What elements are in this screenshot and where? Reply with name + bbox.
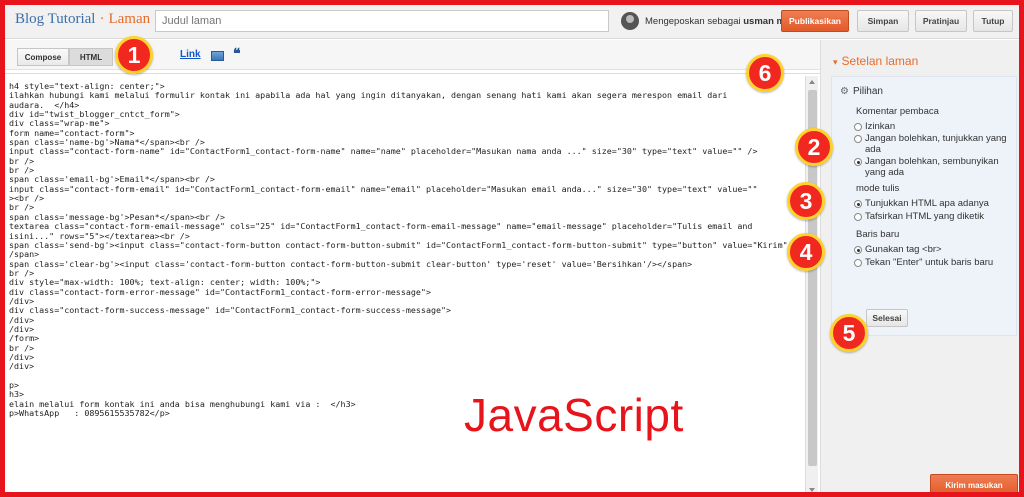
send-feedback-button[interactable]: Kirim masukan [930, 474, 1018, 492]
done-button[interactable]: Selesai [866, 309, 908, 327]
html-code-area[interactable]: h4 style="text-align: center;"> ilahkan h… [9, 82, 804, 492]
step-badge: 1 [115, 36, 153, 74]
radio-icon[interactable] [854, 259, 862, 267]
code-line: div class="contact-form-error-message" i… [9, 286, 431, 297]
radio-icon[interactable] [854, 123, 862, 131]
settings-heading-label: Setelan laman [841, 54, 919, 68]
brand-title[interactable]: Blog Tutorial · Laman [15, 11, 150, 28]
scroll-down-icon[interactable] [809, 488, 815, 492]
section-name: Laman [108, 11, 151, 27]
insert-image-icon[interactable] [211, 51, 224, 61]
code-line: p> [9, 380, 20, 390]
code-line: /div> [9, 323, 35, 334]
options-panel: ⚙ Pilihan Komentar pembaca Izinkan Jangan… [831, 76, 1017, 336]
code-line: div class="contact-form-success-message"… [9, 305, 452, 316]
radio-comments-allow[interactable]: Izinkan [854, 121, 1014, 133]
code-line: /div> [9, 361, 35, 372]
user-avatar [621, 12, 639, 30]
radio-label: Jangan bolehkan, tunjukkan yang ada [865, 133, 1007, 155]
radio-icon[interactable] [854, 158, 862, 166]
radio-html-interpret[interactable]: Tafsirkan HTML yang diketik [854, 211, 1014, 223]
posting-as-label: Mengeposkan sebagai [645, 16, 741, 27]
radio-comments-show[interactable]: Jangan bolehkan, tunjukkan yang ada [854, 133, 1014, 155]
chevron-down-icon: ▾ [833, 57, 838, 67]
html-mode-button[interactable]: HTML [69, 48, 113, 66]
radio-html-as-is[interactable]: Tunjukkan HTML apa adanya [854, 198, 1014, 210]
radio-icon[interactable] [854, 200, 862, 208]
publish-button[interactable]: Publikasikan [781, 10, 849, 32]
blog-name: Blog Tutorial [15, 11, 96, 27]
screenshot-frame: Blog Tutorial·Laman Mengeposkan sebagai … [0, 0, 1024, 497]
save-button[interactable]: Simpan [857, 10, 909, 32]
brand-separator: · [99, 11, 105, 27]
comments-label: Komentar pembaca [856, 106, 939, 117]
posting-as-text: Mengeposkan sebagai usman mr [645, 16, 789, 27]
quote-icon[interactable]: ❝ [233, 46, 241, 63]
code-line: p>WhatsApp : 0895615535782</p> [9, 408, 170, 419]
radio-label: Tekan "Enter" untuk baris baru [865, 257, 994, 268]
code-line: span class='clear-bg'><input class='cont… [9, 258, 693, 269]
radio-label: Tunjukkan HTML apa adanya [865, 198, 989, 209]
radio-icon[interactable] [854, 135, 862, 143]
radio-use-br[interactable]: Gunakan tag <br> [854, 244, 1014, 256]
radio-enter-newline[interactable]: Tekan "Enter" untuk baris baru [854, 257, 1014, 269]
code-line: span class='send-bg'><input class="conta… [9, 239, 803, 250]
page-title-input[interactable] [155, 10, 609, 32]
code-line: br /> [9, 342, 35, 353]
radio-label: Gunakan tag <br> [865, 244, 942, 255]
radio-comments-hide[interactable]: Jangan bolehkan, sembunyikan yang ada [854, 156, 1014, 178]
page-settings-sidebar: ▾ Setelan laman ⚙ Pilihan Komentar pembaca… [820, 40, 1019, 492]
step-badge: 2 [795, 128, 833, 166]
preview-button[interactable]: Pratinjau [915, 10, 967, 32]
html-editor[interactable]: h4 style="text-align: center;"> ilahkan h… [5, 73, 820, 492]
javascript-watermark: JavaScript [464, 389, 684, 441]
step-badge: 6 [746, 54, 784, 92]
settings-heading[interactable]: ▾ Setelan laman [833, 54, 918, 68]
top-bar: Blog Tutorial·Laman Mengeposkan sebagai … [5, 5, 1019, 39]
code-line: div id="twist_blogger_cntct_form"> [9, 109, 180, 120]
scroll-up-icon[interactable] [809, 80, 815, 84]
code-line: /form> [9, 333, 40, 344]
compose-mode-button[interactable]: Compose [17, 48, 69, 66]
options-title-label: Pilihan [852, 86, 883, 97]
code-line: input class="contact-form-email" id="Con… [9, 183, 758, 194]
code-line: br /> [9, 155, 35, 166]
close-button[interactable]: Tutup [973, 10, 1013, 32]
insert-link-button[interactable]: Link [180, 49, 201, 60]
code-line: input class="contact-form-name" id="Cont… [9, 146, 758, 157]
code-line: ilahkan hubungi kami melalui formulir ko… [9, 90, 728, 101]
step-badge: 5 [830, 314, 868, 352]
code-line: /div> [9, 351, 35, 362]
radio-label: Jangan bolehkan, sembunyikan yang ada [865, 156, 999, 178]
step-badge: 4 [787, 233, 825, 271]
radio-icon[interactable] [854, 213, 862, 221]
radio-label: Tafsirkan HTML yang diketik [865, 211, 984, 222]
line-break-label: Baris baru [856, 229, 900, 240]
gear-icon: ⚙ [840, 86, 849, 97]
code-line: /div> [9, 314, 35, 325]
radio-label: Izinkan [865, 121, 896, 132]
step-badge: 3 [787, 182, 825, 220]
write-mode-label: mode tulis [856, 183, 900, 194]
code-line: ><br /> [9, 193, 45, 204]
radio-icon[interactable] [854, 246, 862, 254]
options-title[interactable]: ⚙ Pilihan [840, 86, 883, 97]
